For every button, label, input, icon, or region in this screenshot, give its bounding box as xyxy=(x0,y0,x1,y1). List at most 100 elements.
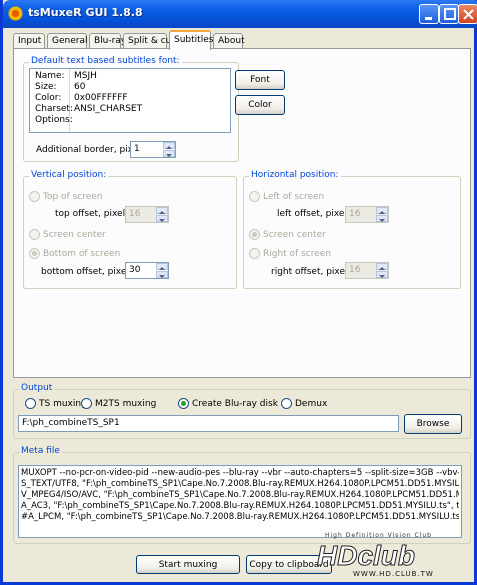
font-value: ANSI_CHARSET xyxy=(74,104,143,114)
main-window: tsMuxeR GUI 1.8.8 Input General Blu-ray … xyxy=(0,0,477,585)
m2ts-muxing-radio[interactable] xyxy=(81,398,92,409)
screen-center-horizontal-radio[interactable] xyxy=(249,229,260,240)
tab-about[interactable]: About xyxy=(213,33,245,49)
output-group-label: Output xyxy=(19,383,55,393)
left-of-screen-label: Left of screen xyxy=(263,192,325,202)
spinner-arrows xyxy=(163,142,175,157)
spinner-value: 30 xyxy=(129,265,141,275)
bottom-of-screen-label: Bottom of screen xyxy=(43,249,121,259)
font-key: Options: xyxy=(35,115,73,125)
tab-blu-ray[interactable]: Blu-ray xyxy=(89,33,126,49)
left-offset-spinner[interactable]: 16 xyxy=(345,206,389,223)
top-offset-label: top offset, pixels: xyxy=(55,209,133,219)
font-properties-table: Name: MSJH Size: 60 Color: 0x00FFFFFF Ch… xyxy=(29,68,231,133)
spin-up-icon[interactable] xyxy=(163,142,175,149)
spin-down-icon[interactable] xyxy=(163,150,175,157)
spinner-value: 16 xyxy=(129,209,141,219)
font-key: Name: xyxy=(35,71,65,81)
font-group-label: Default text based subtitles font: xyxy=(29,56,182,66)
demux-label: Demux xyxy=(295,399,328,409)
meta-content: MUXOPT --no-pcr-on-video-pid --new-audio… xyxy=(21,468,459,523)
app-icon xyxy=(8,6,23,21)
font-value: MSJH xyxy=(74,71,97,81)
spin-up-icon[interactable] xyxy=(376,207,388,214)
title-bar: tsMuxeR GUI 1.8.8 xyxy=(3,0,477,28)
browse-button[interactable]: Browse xyxy=(404,414,462,434)
top-of-screen-radio[interactable] xyxy=(29,191,40,202)
spin-up-icon[interactable] xyxy=(156,263,168,270)
maximize-icon xyxy=(444,8,456,20)
screen-center-horizontal-label: Screen center xyxy=(263,230,326,240)
spinner-arrows xyxy=(156,263,168,278)
meta-line: V_MPEG4/ISO/AVC, "F:\ph_combineTS_SP1\Ca… xyxy=(21,490,459,500)
meta-line: #A_LPCM, "F:\ph_combineTS_SP1\Cape.No.7.… xyxy=(21,512,459,522)
create-blu-ray-label: Create Blu-ray disk xyxy=(192,399,278,409)
top-of-screen-label: Top of screen xyxy=(43,192,103,202)
start-muxing-button[interactable]: Start muxing xyxy=(136,555,240,574)
meta-line: A_AC3, "F:\ph_combineTS_SP1\Cape.No.7.20… xyxy=(21,501,459,511)
font-row-size: Size: 60 xyxy=(30,82,230,93)
spinner-value: 16 xyxy=(349,265,361,275)
spin-down-icon[interactable] xyxy=(156,271,168,278)
right-offset-label: right offset, pixels: xyxy=(271,267,356,277)
meta-file-textarea[interactable]: MUXOPT --no-pcr-on-video-pid --new-audio… xyxy=(18,465,462,538)
meta-line: S_TEXT/UTF8, "F:\ph_combineTS_SP1\Cape.N… xyxy=(21,479,459,489)
spin-down-icon[interactable] xyxy=(376,215,388,222)
bottom-offset-spinner[interactable]: 30 xyxy=(125,262,169,279)
font-row-color: Color: 0x00FFFFFF xyxy=(30,93,230,104)
meta-file-group-label: Meta file xyxy=(19,446,62,456)
font-row-charset: Charset: ANSI_CHARSET xyxy=(30,104,230,115)
right-offset-spinner[interactable]: 16 xyxy=(345,262,389,279)
demux-radio[interactable] xyxy=(281,398,292,409)
ts-muxing-label: TS muxing xyxy=(39,399,87,409)
close-button[interactable] xyxy=(458,4,477,24)
ts-muxing-radio[interactable] xyxy=(25,398,36,409)
spin-down-icon[interactable] xyxy=(156,215,168,222)
watermark-line2: HDclub xyxy=(317,540,416,572)
spinner-arrows xyxy=(376,263,388,278)
spinner-value: 1 xyxy=(134,144,140,154)
tab-general[interactable]: General xyxy=(47,33,87,49)
screen-center-vertical-label: Screen center xyxy=(43,230,106,240)
tab-subtitles[interactable]: Subtitles xyxy=(169,30,213,50)
spinner-arrows xyxy=(156,207,168,222)
vertical-group-label: Vertical position: xyxy=(29,170,109,180)
font-button[interactable]: Font xyxy=(235,70,285,90)
right-of-screen-radio[interactable] xyxy=(249,248,260,259)
right-of-screen-label: Right of screen xyxy=(263,249,332,259)
maximize-button[interactable] xyxy=(439,4,459,24)
bottom-of-screen-radio[interactable] xyxy=(29,248,40,259)
color-button[interactable]: Color xyxy=(235,95,285,115)
font-row-options: Options: xyxy=(30,115,230,126)
watermark-line1: High Definition Vision Club xyxy=(325,532,432,539)
spin-down-icon[interactable] xyxy=(376,271,388,278)
additional-border-spinner[interactable]: 1 xyxy=(130,141,176,158)
spin-up-icon[interactable] xyxy=(156,207,168,214)
minimize-button[interactable] xyxy=(419,4,439,24)
spinner-value: 16 xyxy=(349,209,361,219)
watermark-line3: WWW.HD.CLUB.TW xyxy=(353,570,434,578)
horizontal-group-label: Horizontal position: xyxy=(249,170,341,180)
close-icon xyxy=(463,9,474,20)
tab-input[interactable]: Input xyxy=(13,33,45,49)
create-blu-ray-radio[interactable] xyxy=(178,398,189,409)
bottom-offset-label: bottom offset, pixels: xyxy=(41,267,137,277)
top-offset-spinner[interactable]: 16 xyxy=(125,206,169,223)
left-of-screen-radio[interactable] xyxy=(249,191,260,202)
screen-center-vertical-radio[interactable] xyxy=(29,229,40,240)
spin-up-icon[interactable] xyxy=(376,263,388,270)
font-key: Charset: xyxy=(35,104,73,114)
font-value: 60 xyxy=(74,82,86,92)
window-title: tsMuxeR GUI 1.8.8 xyxy=(28,6,143,19)
font-key: Color: xyxy=(35,93,62,103)
font-row-name: Name: MSJH xyxy=(30,71,230,82)
font-key: Size: xyxy=(35,82,57,92)
hdclub-watermark: High Definition Vision Club HDclub WWW.H… xyxy=(307,530,472,580)
output-path-input[interactable]: F:\ph_combineTS_SP1 xyxy=(18,415,399,432)
tab-split-cut[interactable]: Split & cut xyxy=(123,33,175,49)
spinner-arrows xyxy=(376,207,388,222)
font-value: 0x00FFFFFF xyxy=(74,93,128,103)
m2ts-muxing-label: M2TS muxing xyxy=(95,399,157,409)
output-path-value: F:\ph_combineTS_SP1 xyxy=(22,418,120,428)
left-offset-label: left offset, pixels: xyxy=(277,209,355,219)
